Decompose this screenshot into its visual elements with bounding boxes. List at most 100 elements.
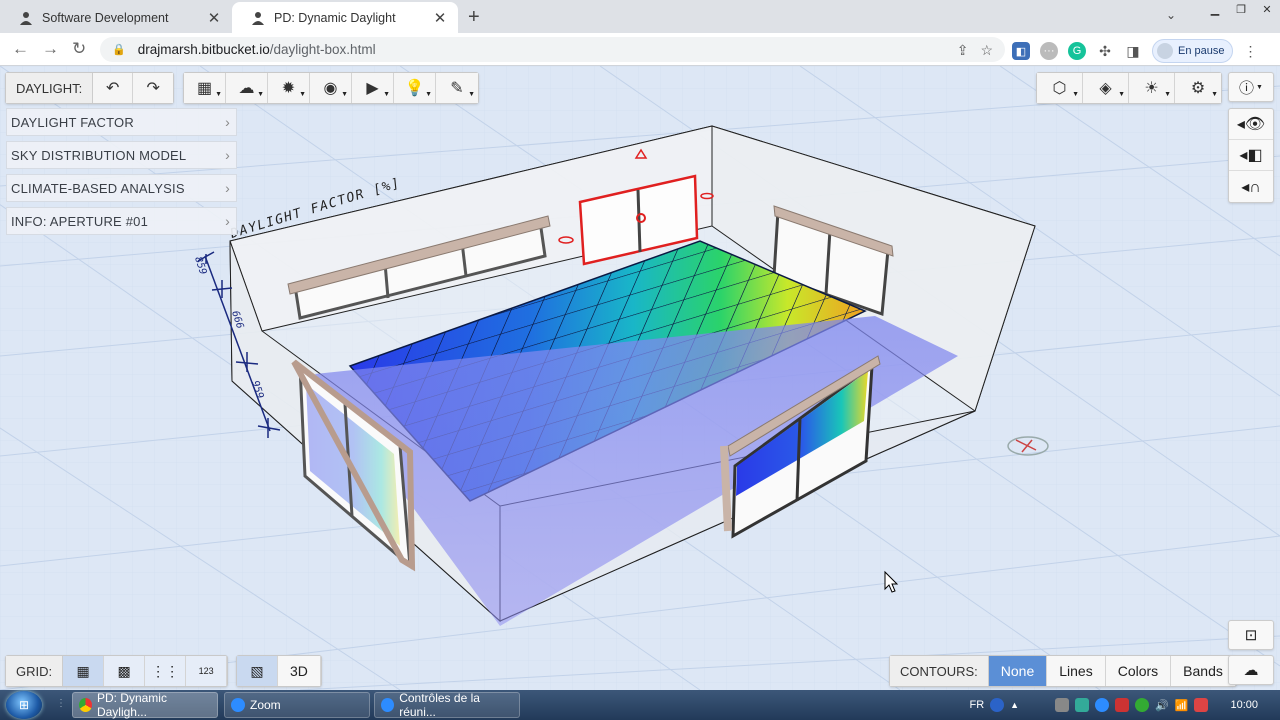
update-icon[interactable]	[1135, 698, 1150, 712]
info-icon[interactable]: ⓘ ▼	[1228, 72, 1274, 102]
menu-sky-distribution-model[interactable]: SKY DISTRIBUTION MODEL ›	[6, 141, 237, 169]
sun-settings-icon[interactable]: ✹ ▼	[268, 73, 310, 103]
close-tab-icon[interactable]: ✕	[206, 9, 222, 27]
tray-expand-icon[interactable]: ▲	[1010, 700, 1019, 710]
grid-toolbar: GRID: ▦ ▩ ⋮⋮ 123	[5, 655, 229, 687]
zoom-icon	[231, 698, 245, 712]
menu-item-label: CLIMATE-BASED ANALYSIS	[11, 180, 185, 196]
zoom-icon	[381, 698, 395, 712]
menu-climate-based-analysis[interactable]: CLIMATE-BASED ANALYSIS ›	[6, 174, 237, 202]
forward-icon[interactable]: →	[42, 39, 59, 59]
contour-lines-button[interactable]: Lines	[1047, 656, 1106, 686]
grid-lines-icon[interactable]: ▦	[63, 656, 105, 686]
system-tray: FR ▲ 🔊 📶 10:00	[969, 690, 1280, 720]
clock[interactable]: 10:00	[1230, 699, 1258, 711]
taskbar-item-zoom[interactable]: Zoom	[224, 692, 370, 718]
start-button-icon[interactable]: ⊞	[6, 691, 42, 719]
contour-colors-button[interactable]: Colors	[1105, 656, 1172, 686]
right-tools: ◂👁 ◂◧ ◂∩	[1228, 108, 1274, 203]
url-input[interactable]: 🔒 drajmarsh.bitbucket.io /daylight-box.h…	[100, 37, 1005, 62]
back-icon[interactable]: ←	[12, 39, 29, 59]
chevron-right-icon: ›	[225, 180, 230, 196]
sidepanel-icon[interactable]: ◨	[1124, 42, 1142, 60]
sky-settings-icon[interactable]: ☁	[1228, 655, 1274, 685]
puzzle-icon[interactable]: ✣	[1096, 42, 1114, 60]
network-icon[interactable]	[1075, 698, 1090, 712]
cloud-sun-icon[interactable]: ☁ ▼	[226, 73, 268, 103]
grid-dots-icon[interactable]: ⋮⋮	[145, 656, 187, 686]
contours-toolbar: CONTOURS: None Lines Colors Bands	[889, 655, 1237, 687]
share-icon[interactable]: ⇪	[957, 42, 969, 59]
taskbar-item-label: PD: Dynamic Dayligh...	[96, 691, 167, 719]
tab-software-development[interactable]: Software Development ✕	[0, 2, 232, 33]
clock-settings-icon[interactable]: ⚙ ▼	[1175, 73, 1221, 103]
fit-view-icon[interactable]: ⊡	[1228, 620, 1274, 650]
contours-label: CONTOURS:	[890, 656, 989, 686]
taskbar-item-chrome[interactable]: PD: Dynamic Dayligh...	[72, 691, 218, 719]
zoom-tray-icon[interactable]	[1095, 698, 1110, 712]
language-indicator[interactable]: FR	[969, 699, 984, 711]
minimize-icon[interactable]: ▁	[1202, 0, 1228, 18]
plan-view-icon[interactable]: ▧	[237, 656, 278, 686]
view-mode-toolbar: ▧ 3D	[236, 655, 322, 687]
tab-search-icon[interactable]: ⌄	[1166, 8, 1176, 22]
split-view-icon[interactable]: ◂◧	[1229, 140, 1273, 171]
taskbar-grip: ⋮	[56, 698, 66, 709]
url-host: drajmarsh.bitbucket.io	[137, 42, 270, 57]
user-favicon-icon	[250, 10, 266, 26]
3d-viewport[interactable]: 859 666 959 DAYLIGHT FACTOR [%] DAYLIGHT…	[0, 66, 1280, 690]
menu-item-label: SKY DISTRIBUTION MODEL	[11, 147, 187, 163]
reload-icon[interactable]: ↻	[72, 39, 86, 59]
play-animation-icon[interactable]: ▶ ▼	[352, 73, 394, 103]
eye-icon[interactable]: ◂👁	[1229, 109, 1273, 140]
menu-kebab-icon[interactable]: ⋮	[1243, 43, 1257, 60]
close-tab-icon[interactable]: ✕	[432, 9, 448, 27]
view-3d-button[interactable]: 3D	[278, 656, 321, 686]
profile-button[interactable]: En pause	[1152, 39, 1234, 63]
contour-bands-button[interactable]: Bands	[1171, 656, 1236, 686]
url-actions: ⇪ ☆	[957, 42, 993, 59]
menu-daylight-factor[interactable]: DAYLIGHT FACTOR ›	[6, 108, 237, 136]
view-toolbar: ⬡ ▼ ◈ ▼ ☀ ▼ ⚙ ▼	[1036, 72, 1222, 104]
redo-icon[interactable]: ↷	[133, 73, 174, 103]
daylight-toolbar: DAYLIGHT: ↶ ↷	[5, 72, 175, 104]
taskbar-item-zoom-controls[interactable]: Contrôles de la réuni...	[374, 691, 520, 719]
url-path: /daylight-box.html	[269, 42, 376, 57]
menu-info-aperture[interactable]: INFO: APERTURE #01 ›	[6, 207, 237, 235]
lightbulb-icon[interactable]: 💡 ▼	[394, 73, 436, 103]
volume-icon[interactable]: 🔊	[1155, 699, 1169, 712]
help-icon[interactable]	[990, 698, 1005, 712]
bookmark-star-icon[interactable]: ☆	[980, 42, 993, 59]
browser-tab-bar: Software Development ✕ PD: Dynamic Dayli…	[0, 0, 1280, 33]
tools-toolbar: ▦ ▼ ☁ ▼ ✹ ▼ ◉ ▼ ▶ ▼ 💡 ▼ ✎ ▼	[183, 72, 479, 104]
undo-icon[interactable]: ↶	[93, 73, 134, 103]
magnet-icon[interactable]: ◂∩	[1229, 171, 1273, 202]
layers-icon[interactable]: ◈ ▼	[1083, 73, 1129, 103]
grid-numbers-icon[interactable]: 123	[186, 656, 228, 686]
box-model-icon[interactable]: ⬡ ▼	[1037, 73, 1083, 103]
tab-title: PD: Dynamic Daylight	[274, 10, 396, 25]
extension-icon[interactable]: ◧	[1012, 42, 1030, 60]
contour-none-button[interactable]: None	[988, 656, 1048, 686]
grammarly-icon[interactable]: G	[1068, 42, 1086, 60]
signal-icon[interactable]: 📶	[1175, 699, 1189, 712]
tab-title: Software Development	[42, 10, 169, 25]
usb-icon[interactable]	[1055, 698, 1070, 712]
layout-grid-icon[interactable]: ▦ ▼	[184, 73, 226, 103]
extension-icon[interactable]: ···	[1040, 42, 1058, 60]
extensions-bar: ◧ ··· G ✣ ◨ En pause ⋮	[1012, 39, 1257, 63]
close-window-icon[interactable]: ✕	[1254, 0, 1280, 18]
grid-label: GRID:	[6, 656, 64, 686]
restore-icon[interactable]: ❐	[1228, 0, 1254, 18]
action-center-icon[interactable]	[1194, 698, 1209, 712]
sun-horizon-icon[interactable]: ☀ ▼	[1129, 73, 1175, 103]
grid-checker-icon[interactable]: ▩	[104, 656, 146, 686]
security-icon[interactable]	[1115, 698, 1130, 712]
taskbar-item-label: Contrôles de la réuni...	[399, 691, 480, 719]
view-icon[interactable]: ◉ ▼	[310, 73, 352, 103]
menu-item-label: INFO: APERTURE #01	[11, 213, 149, 229]
taskbar-item-label: Zoom	[250, 698, 281, 712]
tab-dynamic-daylight[interactable]: PD: Dynamic Daylight ✕	[232, 2, 458, 33]
new-tab-icon[interactable]: +	[468, 6, 480, 29]
draw-line-icon[interactable]: ✎ ▼	[436, 73, 478, 103]
